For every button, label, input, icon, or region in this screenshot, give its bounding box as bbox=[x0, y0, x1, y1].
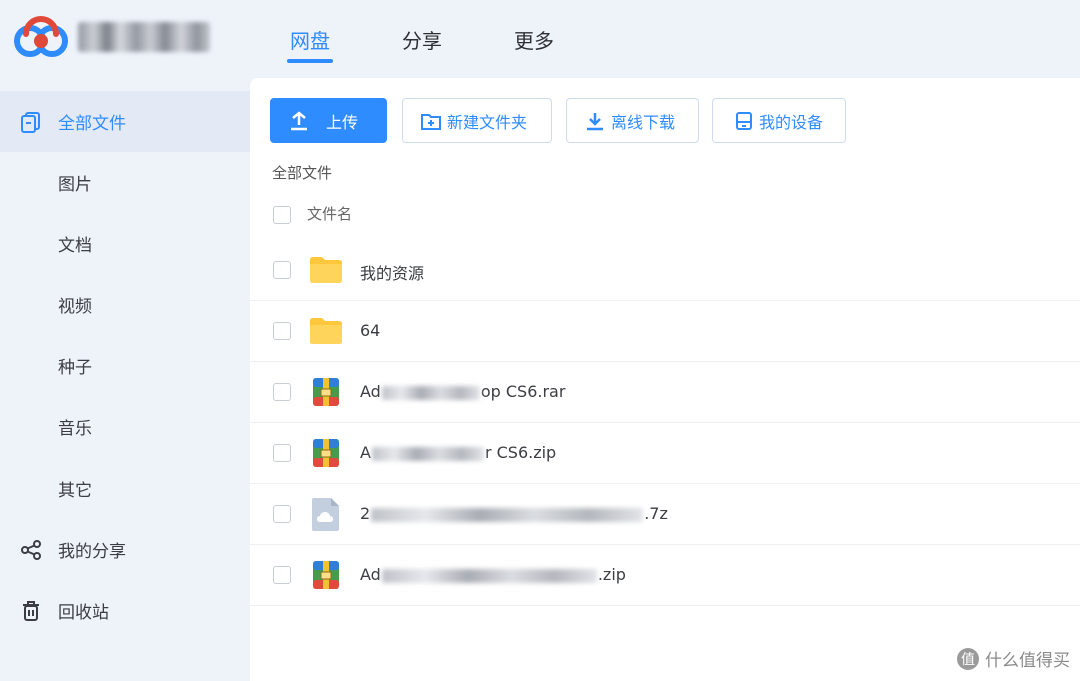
device-icon bbox=[736, 111, 752, 130]
folder-plus-icon bbox=[421, 113, 441, 130]
file-list-header: 文件名 bbox=[250, 192, 1080, 236]
redacted-text bbox=[371, 507, 644, 522]
sidebar-item-my-shares[interactable]: 我的分享 bbox=[0, 519, 250, 580]
file-name[interactable]: Ar CS6.zip bbox=[360, 443, 556, 462]
file-name[interactable]: 我的资源 bbox=[360, 260, 424, 284]
my-devices-button[interactable]: 我的设备 bbox=[712, 98, 846, 143]
sidebar-item-label: 全部文件 bbox=[58, 114, 126, 134]
file-row[interactable]: 我的资源 bbox=[250, 240, 1080, 301]
redacted-text bbox=[381, 385, 480, 400]
file-copy-icon bbox=[21, 111, 40, 133]
breadcrumb[interactable]: 全部文件 bbox=[272, 162, 332, 183]
row-checkbox[interactable] bbox=[273, 383, 291, 401]
top-bar: 网盘 分享 更多 bbox=[0, 0, 1080, 78]
upload-button-label: 上传 bbox=[326, 112, 359, 132]
row-checkbox[interactable] bbox=[273, 261, 291, 279]
select-all-checkbox[interactable] bbox=[273, 206, 291, 224]
file-name-suffix: .zip bbox=[597, 565, 626, 584]
sidebar-item-label: 其它 bbox=[58, 481, 92, 501]
sidebar-item-label: 音乐 bbox=[58, 419, 92, 439]
sidebar-item-other[interactable]: 其它 bbox=[0, 458, 250, 519]
sidebar: 全部文件 图片 文档 视频 种子 音乐 其它 我的分享 回收站 bbox=[0, 78, 250, 681]
archive-icon bbox=[313, 439, 339, 467]
file-row[interactable]: 2 .7z bbox=[250, 484, 1080, 545]
sidebar-item-music[interactable]: 音乐 bbox=[0, 396, 250, 457]
file-name-suffix: r CS6.zip bbox=[484, 443, 557, 462]
sidebar-item-torrents[interactable]: 种子 bbox=[0, 335, 250, 396]
file-row[interactable]: 64 bbox=[250, 301, 1080, 362]
archive-icon bbox=[313, 378, 339, 406]
redacted-text bbox=[371, 446, 484, 461]
share-icon bbox=[21, 539, 41, 560]
row-checkbox[interactable] bbox=[273, 566, 291, 584]
file-name[interactable]: Ad .zip bbox=[360, 565, 626, 584]
file-row[interactable]: Ad .zip bbox=[250, 545, 1080, 606]
folder-icon bbox=[310, 257, 342, 283]
tab-netdisk[interactable]: 网盘 bbox=[287, 0, 333, 78]
column-header-filename[interactable]: 文件名 bbox=[307, 203, 352, 224]
file-name[interactable]: Ad op CS6.rar bbox=[360, 382, 565, 401]
tab-more[interactable]: 更多 bbox=[514, 0, 554, 78]
new-folder-button-label: 新建文件夹 bbox=[447, 112, 528, 132]
sidebar-item-label: 文档 bbox=[58, 236, 92, 256]
sidebar-item-label: 我的分享 bbox=[58, 542, 126, 562]
file-panel: 上传 新建文件夹 离线下载 我的设备 全部文件 文件名 我的资源 64 Ad o… bbox=[250, 78, 1080, 681]
redacted-text bbox=[381, 568, 597, 583]
sidebar-item-label: 视频 bbox=[58, 297, 92, 317]
sidebar-item-label: 图片 bbox=[58, 175, 92, 195]
file-name-prefix: 2 bbox=[360, 504, 371, 523]
file-name-prefix: Ad bbox=[360, 382, 381, 401]
watermark: 值 什么值得买 bbox=[957, 646, 1070, 671]
file-name[interactable]: 64 bbox=[360, 321, 380, 340]
sidebar-item-images[interactable]: 图片 bbox=[0, 152, 250, 213]
sidebar-item-label: 回收站 bbox=[58, 603, 109, 623]
file-name[interactable]: 2 .7z bbox=[360, 504, 668, 523]
offline-download-button[interactable]: 离线下载 bbox=[566, 98, 699, 143]
archive-icon bbox=[313, 561, 339, 589]
sidebar-item-videos[interactable]: 视频 bbox=[0, 274, 250, 335]
upload-button[interactable]: 上传 bbox=[270, 98, 387, 143]
watermark-logo-icon: 值 bbox=[957, 647, 979, 670]
main-tabs: 网盘 分享 更多 bbox=[287, 0, 626, 78]
trash-icon bbox=[23, 600, 39, 621]
file-row[interactable]: Ad op CS6.rar bbox=[250, 362, 1080, 423]
upload-icon bbox=[291, 110, 307, 130]
generic-file-icon bbox=[312, 498, 339, 531]
file-name-suffix: op CS6.rar bbox=[480, 382, 566, 401]
brand-name-blurred bbox=[78, 22, 210, 52]
cloud-logo-icon[interactable] bbox=[12, 14, 70, 58]
row-checkbox[interactable] bbox=[273, 505, 291, 523]
download-icon bbox=[587, 112, 603, 130]
sidebar-item-recycle-bin[interactable]: 回收站 bbox=[0, 580, 250, 641]
file-name-suffix: .7z bbox=[644, 504, 668, 523]
offline-download-button-label: 离线下载 bbox=[611, 112, 676, 132]
new-folder-button[interactable]: 新建文件夹 bbox=[402, 98, 552, 143]
sidebar-item-label: 种子 bbox=[58, 358, 92, 378]
folder-icon bbox=[310, 318, 342, 344]
my-devices-button-label: 我的设备 bbox=[759, 112, 824, 132]
row-checkbox[interactable] bbox=[273, 444, 291, 462]
tab-share[interactable]: 分享 bbox=[402, 0, 442, 78]
file-row[interactable]: Ar CS6.zip bbox=[250, 423, 1080, 484]
sidebar-item-documents[interactable]: 文档 bbox=[0, 213, 250, 274]
file-name-prefix: A bbox=[360, 443, 371, 462]
sidebar-item-all-files[interactable]: 全部文件 bbox=[0, 91, 250, 152]
file-name-prefix: Ad bbox=[360, 565, 381, 584]
row-checkbox[interactable] bbox=[273, 322, 291, 340]
watermark-text: 什么值得买 bbox=[985, 651, 1070, 671]
